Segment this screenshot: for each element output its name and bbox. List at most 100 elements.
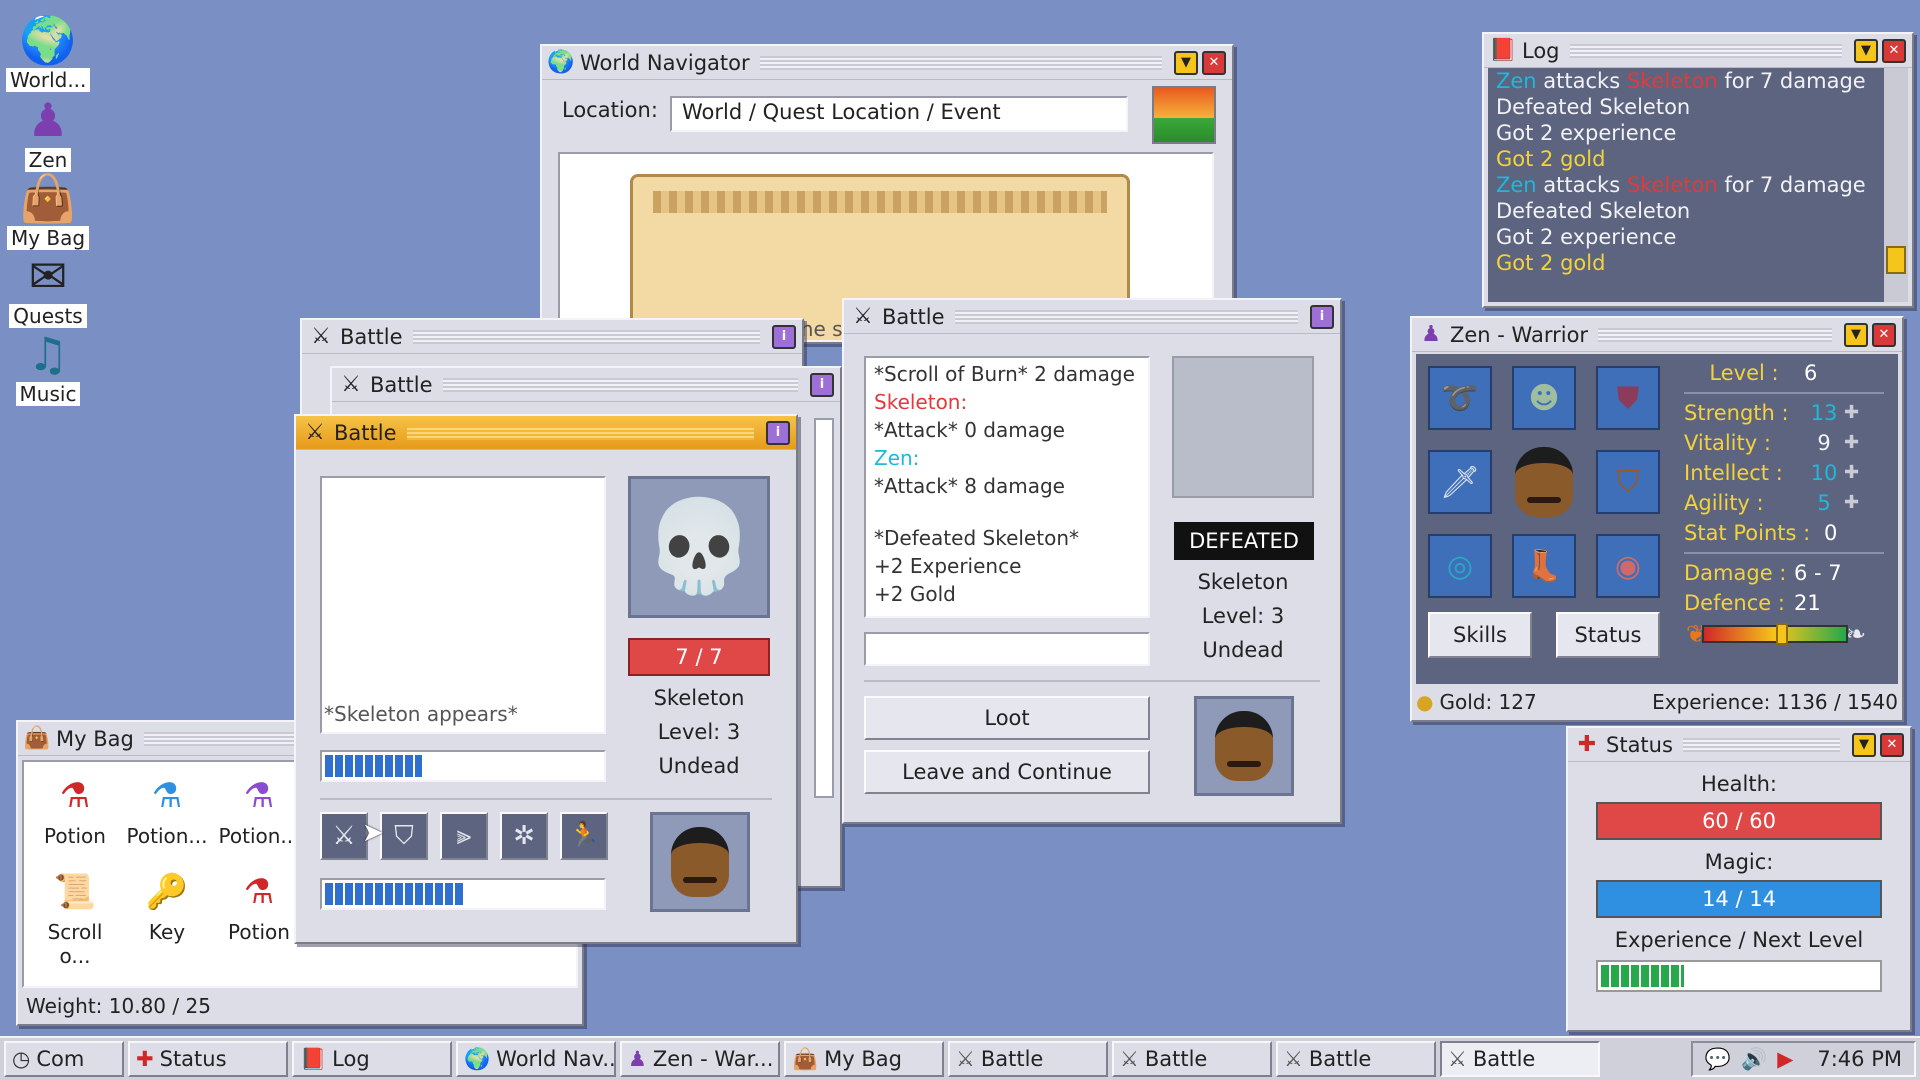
taskbar-button[interactable]: ⚔ Battle <box>1112 1041 1272 1077</box>
ring-icon: ◎ <box>1446 548 1474 584</box>
close-button[interactable]: ✕ <box>1872 322 1896 347</box>
taskbar-button[interactable]: ⚔ Battle <box>948 1041 1108 1077</box>
equip-slot-armor[interactable]: ⛊ <box>1596 366 1660 430</box>
skills-action-button[interactable]: ⫸ <box>440 812 488 860</box>
info-button[interactable]: i <box>766 420 790 445</box>
log-fragment: Defeated Skeleton <box>1496 199 1691 223</box>
plus-icon[interactable]: ✚ <box>1844 428 1859 458</box>
battle-log-line: +2 Experience <box>874 554 1022 578</box>
character-titlebar[interactable]: ♟ Zen - Warrior ▼ ✕ <box>1412 318 1902 352</box>
taskbar-button[interactable]: 👜 My Bag <box>784 1041 944 1077</box>
battle-result-window: ⚔ Battle i *Scroll of Burn* 2 damage Skel… <box>842 298 1342 824</box>
loot-button[interactable]: Loot <box>864 696 1150 740</box>
defend-action-button[interactable]: ⛉ <box>380 812 428 860</box>
flee-action-button[interactable]: 🏃 <box>560 812 608 860</box>
taskbar-button[interactable]: 🌍 World Nav... <box>456 1041 616 1077</box>
leave-continue-button[interactable]: Leave and Continue <box>864 750 1150 794</box>
attack-action-button[interactable]: ⚔ <box>320 812 368 860</box>
info-button[interactable]: i <box>810 372 834 397</box>
plus-icon[interactable]: ✚ <box>1844 398 1859 428</box>
crossed-swords-icon: ⚔ <box>332 821 356 851</box>
info-button[interactable]: i <box>772 324 796 349</box>
taskbar-button-label: Zen - War... <box>652 1047 774 1071</box>
system-tray: 💬 🔊 ▶ 7:46 PM <box>1690 1041 1916 1077</box>
enemy-name: Skeleton <box>1197 570 1289 594</box>
equip-slot-weapon[interactable]: 🗡 <box>1428 450 1492 514</box>
desktop-icon-music[interactable]: ♫ Music <box>6 326 90 406</box>
equip-slot-ring[interactable]: ◎ <box>1428 534 1492 598</box>
close-button[interactable]: ✕ <box>1202 50 1226 75</box>
speaker-icon[interactable]: 🔊 <box>1741 1047 1767 1072</box>
enemy-type: Undead <box>658 754 740 778</box>
music-note-icon: ♫ <box>27 327 69 381</box>
battle-titlebar[interactable]: ⚔ Battle i <box>332 368 840 402</box>
skills-button[interactable]: Skills <box>1428 612 1532 658</box>
taskbar-button[interactable]: ⚔ Battle <box>1440 1041 1600 1077</box>
alignment-track <box>1702 623 1848 645</box>
stat-row: Strength : 13 ✚ <box>1684 398 1884 428</box>
sliders-icon: ⫸ <box>456 820 472 851</box>
globe-icon: 🌍 <box>19 13 77 67</box>
bag-item[interactable]: ⚗ Potion <box>214 864 304 960</box>
character-portrait <box>1508 440 1580 524</box>
crossed-swords-icon: ⚔ <box>305 420 325 445</box>
book-icon: 📕 <box>300 1046 327 1071</box>
desktop-icon-my-bag[interactable]: 👜 My Bag <box>6 170 90 250</box>
scroll-thumb[interactable] <box>1886 246 1906 274</box>
battle-titlebar[interactable]: ⚔ Battle i <box>296 416 796 450</box>
battle-titlebar[interactable]: ⚔ Battle i <box>844 300 1340 334</box>
minimize-button[interactable]: ▼ <box>1852 732 1876 757</box>
equip-slot-necklace[interactable]: ➰ <box>1428 366 1492 430</box>
mustache <box>1527 497 1561 503</box>
log-fragment: Zen <box>1496 173 1537 197</box>
plus-icon[interactable]: ✚ <box>1844 488 1859 518</box>
world-navigator-titlebar[interactable]: 🌍 World Navigator ▼ ✕ <box>542 46 1232 80</box>
log-scrollbar[interactable] <box>1884 68 1908 302</box>
battle-input-field[interactable] <box>864 632 1150 666</box>
desktop-icon-quests[interactable]: ✉ Quests <box>6 248 90 328</box>
battle-log-line: Skeleton: <box>874 390 968 414</box>
close-button[interactable]: ✕ <box>1882 38 1906 63</box>
taskbar-button[interactable]: ♟ Zen - War... <box>620 1041 780 1077</box>
bag-item[interactable]: ⚗ Potion <box>30 768 120 864</box>
bag-item[interactable]: ⚗ Potion... <box>122 768 212 864</box>
equip-slot-shield[interactable]: ⛉ <box>1596 450 1660 514</box>
battle-log-line: Zen: <box>874 446 920 470</box>
close-button[interactable]: ✕ <box>1880 732 1904 757</box>
bag-item[interactable]: 🔑 Key <box>122 864 212 960</box>
taskbar-button[interactable]: ◷ Com <box>4 1041 124 1077</box>
chat-icon[interactable]: 💬 <box>1705 1047 1731 1072</box>
damage-label: Damage : <box>1684 561 1787 585</box>
info-button[interactable]: i <box>1310 304 1334 329</box>
location-field[interactable]: World / Quest Location / Event <box>670 96 1128 132</box>
bracer-icon: ◉ <box>1614 548 1642 584</box>
battle-log-partial <box>814 418 834 798</box>
log-titlebar[interactable]: 📕 Log ▼ ✕ <box>1484 34 1912 68</box>
taskbar-button[interactable]: 📕 Log <box>292 1041 452 1077</box>
play-icon[interactable]: ▶ <box>1777 1047 1793 1071</box>
bag-item[interactable]: ⚗ Potion... <box>214 768 304 864</box>
desktop-icon-world[interactable]: 🌍 World... <box>6 12 91 92</box>
equip-slot-helmet[interactable]: ☻ <box>1512 366 1576 430</box>
status-titlebar[interactable]: ✚ Status ▼ ✕ <box>1568 728 1910 762</box>
taskbar-button[interactable]: ⚔ Battle <box>1276 1041 1436 1077</box>
minimize-button[interactable]: ▼ <box>1844 322 1868 347</box>
item-action-button[interactable]: ✲ <box>500 812 548 860</box>
battle-titlebar[interactable]: ⚔ Battle i <box>302 320 802 354</box>
plus-icon[interactable]: ✚ <box>1844 458 1859 488</box>
taskbar-button-label: My Bag <box>824 1047 902 1071</box>
bag-item[interactable]: 📜 Scroll o... <box>30 864 120 968</box>
equip-slot-boots[interactable]: 👢 <box>1512 534 1576 598</box>
log-line: Got 2 gold <box>1496 250 1876 276</box>
log-fragment: attacks <box>1536 173 1627 197</box>
defence-row: Defence : 21 <box>1684 588 1884 618</box>
status-button[interactable]: Status <box>1556 612 1660 658</box>
equip-slot-trinket[interactable]: ◉ <box>1596 534 1660 598</box>
taskbar-button[interactable]: ✚ Status <box>128 1041 288 1077</box>
stat-value: 13 <box>1810 401 1838 425</box>
minimize-button[interactable]: ▼ <box>1854 38 1878 63</box>
desktop-icon-zen[interactable]: ♟ Zen <box>6 92 90 172</box>
minimize-button[interactable]: ▼ <box>1174 50 1198 75</box>
landscape-thumbnail[interactable] <box>1152 86 1216 144</box>
sword-icon: 🗡 <box>1439 463 1481 501</box>
